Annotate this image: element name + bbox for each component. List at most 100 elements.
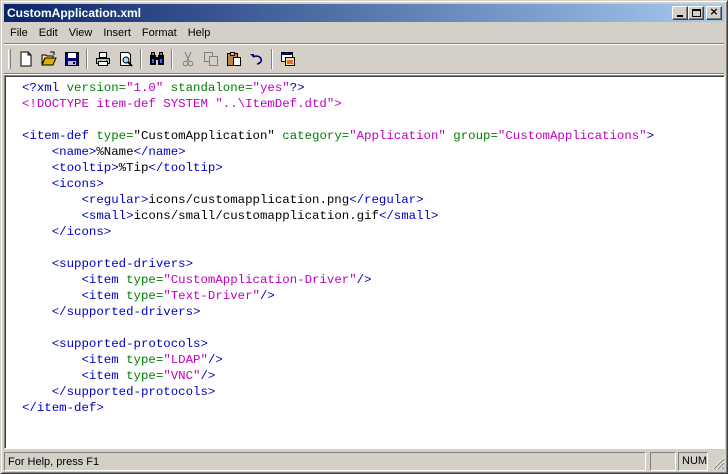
toolbar-separator [86, 49, 88, 69]
code-token-tag: <tooltip> [51, 161, 119, 175]
paste-icon [226, 52, 241, 66]
code-line[interactable]: <small>icons/small/customapplication.gif… [22, 208, 654, 224]
menu-help[interactable]: Help [182, 24, 216, 42]
toolbar [6, 47, 299, 71]
code-token-attr: group= [453, 129, 498, 143]
new-icon [20, 51, 31, 67]
toolbar-separator [171, 49, 173, 69]
menu-insert[interactable]: Insert [97, 24, 136, 42]
code-token-val: "VNC" [163, 369, 201, 383]
caps-lock-indicator [650, 452, 676, 471]
paste-button[interactable] [222, 48, 245, 70]
code-token-pi: ?> [289, 81, 305, 95]
menu-edit[interactable]: Edit [33, 24, 63, 42]
code-token-val: "CustomApplication-Driver" [163, 273, 357, 287]
menu-divider [4, 43, 724, 45]
properties-button[interactable] [276, 48, 299, 70]
menu-format[interactable]: Format [136, 24, 182, 42]
close-icon: × [709, 5, 719, 18]
properties-icon [280, 52, 295, 66]
find-button[interactable] [145, 48, 168, 70]
code-line[interactable]: <item type="VNC"/> [22, 368, 654, 384]
code-token-tag: /> [200, 369, 216, 383]
code-token-tag: <item [81, 369, 127, 383]
open-button[interactable] [37, 48, 60, 70]
code-token-tag: <supported-protocols> [51, 337, 208, 351]
maximize-button[interactable] [688, 6, 704, 20]
code-line[interactable]: <regular>icons/customapplication.png</re… [22, 192, 654, 208]
code-line[interactable]: <name>%Name</name> [22, 144, 654, 160]
code-token-tag: <icons> [51, 177, 104, 191]
copy-button[interactable] [199, 48, 222, 70]
menu-bar: File Edit View Insert Format Help [4, 24, 215, 42]
save-button[interactable] [60, 48, 83, 70]
code-token-attr: type= [96, 129, 134, 143]
find-icon [149, 52, 164, 65]
code-line[interactable]: </supported-protocols> [22, 384, 654, 400]
code-line[interactable]: <item type="LDAP"/> [22, 352, 654, 368]
status-bar: For Help, press F1 NUM [4, 452, 726, 471]
code-line[interactable] [22, 240, 654, 256]
new-button[interactable] [14, 48, 37, 70]
code-token-val: "yes" [252, 81, 290, 95]
xml-editor[interactable]: <?xml version="1.0" standalone="yes"?> <!… [4, 75, 725, 449]
cut-icon [182, 51, 193, 67]
code-token-tag: <item [81, 353, 127, 367]
application-window: CustomApplication.xml × File Edit View I… [0, 0, 728, 474]
close-button[interactable]: × [706, 6, 722, 20]
code-line[interactable]: </item-def> [22, 400, 654, 416]
code-line[interactable] [22, 112, 654, 128]
save-icon [64, 52, 79, 66]
print-icon [95, 52, 110, 66]
code-token-tag: <item-def [22, 129, 97, 143]
code-line[interactable]: </supported-drivers> [22, 304, 654, 320]
code-token-tag: > [646, 129, 655, 143]
print-button[interactable] [91, 48, 114, 70]
code-token-doctype: <!DOCTYPE item-def SYSTEM "..\ItemDef.dt… [22, 97, 342, 111]
code-token-attr: type= [126, 369, 164, 383]
toolbar-separator [271, 49, 273, 69]
print-preview-button[interactable] [114, 48, 137, 70]
code-line[interactable]: <!DOCTYPE item-def SYSTEM "..\ItemDef.dt… [22, 96, 654, 112]
code-line[interactable]: </icons> [22, 224, 654, 240]
cut-button[interactable] [176, 48, 199, 70]
minimize-icon [677, 15, 683, 17]
code-token-attr: category= [282, 129, 350, 143]
title-bar[interactable]: CustomApplication.xml × [4, 4, 724, 22]
code-token-tag: /> [356, 273, 372, 287]
undo-button[interactable] [245, 48, 268, 70]
code-line[interactable] [22, 320, 654, 336]
menu-file[interactable]: File [4, 24, 33, 42]
code-line[interactable]: <item type="Text-Driver"/> [22, 288, 654, 304]
code-token-tag: <small> [81, 209, 134, 223]
code-token-tag: <item [81, 273, 127, 287]
code-token-attr: type= [126, 353, 164, 367]
status-message: For Help, press F1 [4, 452, 646, 471]
code-token-tag: </supported-protocols> [51, 385, 216, 399]
code-line[interactable]: <tooltip>%Tip</tooltip> [22, 160, 654, 176]
code-line[interactable]: <icons> [22, 176, 654, 192]
code-token-tag: </regular> [349, 193, 424, 207]
minimize-button[interactable] [672, 6, 688, 20]
menu-view[interactable]: View [63, 24, 98, 42]
code-token-text: "CustomApplication" [133, 129, 283, 143]
window-controls: × [672, 6, 722, 20]
code-token-val: "Application" [349, 129, 454, 143]
code-token-tag: /> [207, 353, 223, 367]
code-content[interactable]: <?xml version="1.0" standalone="yes"?> <!… [22, 80, 654, 416]
resize-grip-icon[interactable] [712, 457, 725, 470]
code-line[interactable]: <item-def type="CustomApplication" categ… [22, 128, 654, 144]
code-line[interactable]: <supported-protocols> [22, 336, 654, 352]
code-line[interactable]: <?xml version="1.0" standalone="yes"?> [22, 80, 654, 96]
code-token-val: "LDAP" [163, 353, 208, 367]
code-line[interactable]: <item type="CustomApplication-Driver"/> [22, 272, 654, 288]
code-line[interactable]: <supported-drivers> [22, 256, 654, 272]
toolbar-grip[interactable] [8, 49, 11, 69]
